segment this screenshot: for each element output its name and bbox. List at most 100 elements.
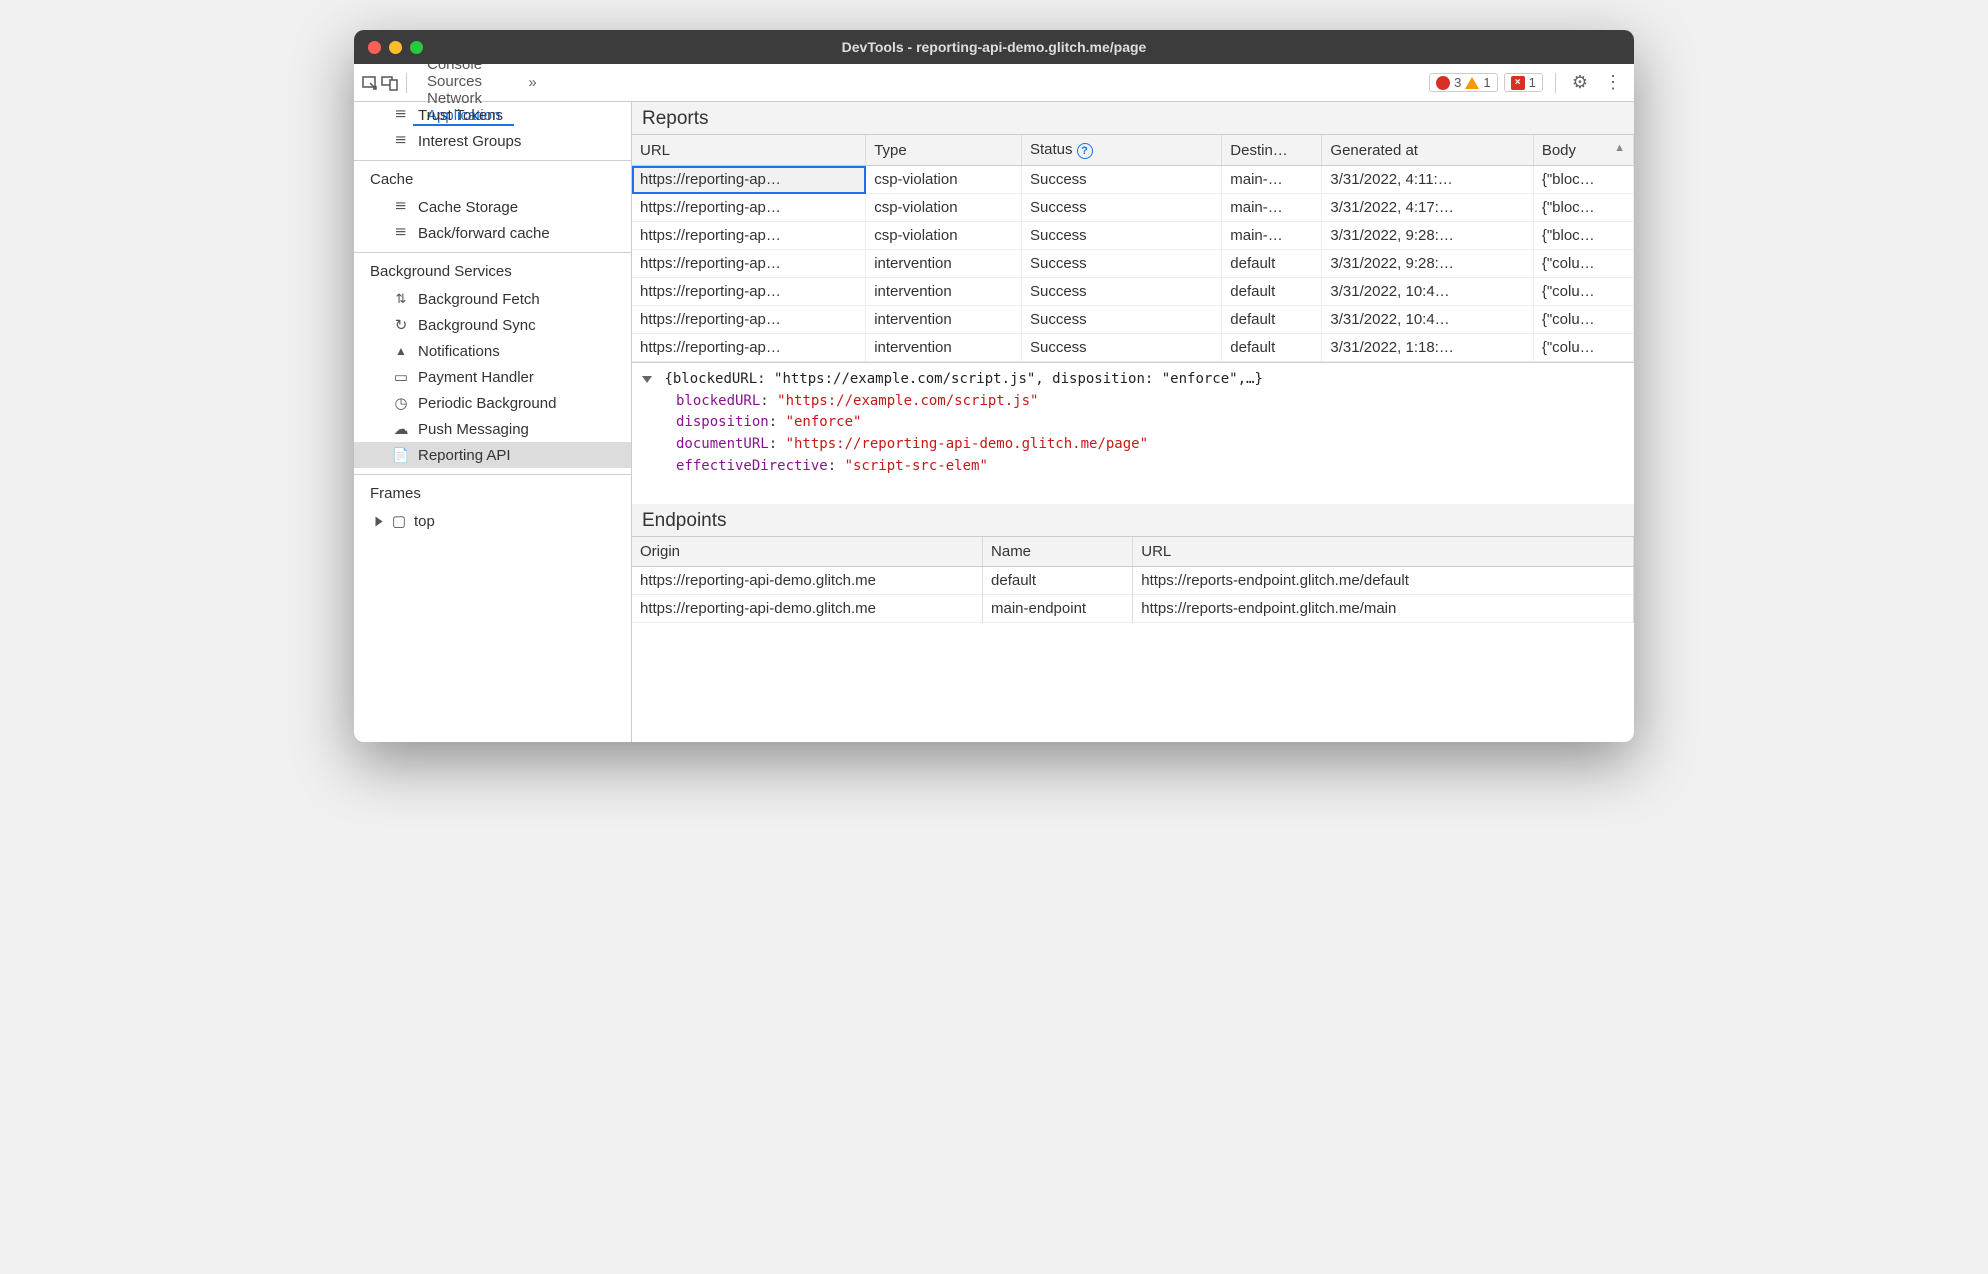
report-cell-dest: main-… [1222, 194, 1322, 222]
help-icon[interactable]: ? [1077, 143, 1093, 159]
sidebar-item-reporting-api[interactable]: Reporting API [354, 442, 631, 468]
report-cell-type: csp-violation [866, 222, 1022, 250]
endpoint-cell-origin: https://reporting-api-demo.glitch.me [632, 567, 983, 595]
error-icon [1436, 76, 1450, 90]
detail-property: documentURL: "https://reporting-api-demo… [642, 434, 1624, 456]
report-row[interactable]: https://reporting-ap…interventionSuccess… [632, 278, 1634, 306]
report-cell-url: https://reporting-ap… [632, 278, 866, 306]
detail-property: blockedURL: "https://example.com/script.… [642, 391, 1624, 413]
endpoint-row[interactable]: https://reporting-api-demo.glitch.memain… [632, 595, 1634, 623]
report-cell-type: intervention [866, 278, 1022, 306]
main-toolbar: ElementsConsoleSourcesNetworkApplication… [354, 64, 1634, 102]
sidebar-item-cache-storage[interactable]: Cache Storage [354, 194, 631, 220]
sidebar-item-trust-tokens[interactable]: Trust Tokens [354, 102, 631, 128]
sidebar-item-background-fetch[interactable]: Background Fetch [354, 286, 631, 312]
endpoints-column-header[interactable]: Name [983, 537, 1133, 567]
report-cell-gen: 3/31/2022, 1:18:… [1322, 334, 1533, 362]
report-cell-url: https://reporting-ap… [632, 166, 866, 194]
report-cell-type: intervention [866, 306, 1022, 334]
updown-icon [392, 290, 410, 308]
report-row[interactable]: https://reporting-ap…csp-violationSucces… [632, 194, 1634, 222]
report-cell-type: intervention [866, 250, 1022, 278]
expand-icon[interactable] [376, 516, 383, 526]
report-cell-gen: 3/31/2022, 10:4… [1322, 306, 1533, 334]
report-cell-body: {"bloc… [1533, 222, 1633, 250]
report-row[interactable]: https://reporting-ap…interventionSuccess… [632, 250, 1634, 278]
reports-column-header[interactable]: Destin… [1222, 135, 1322, 166]
db-icon [392, 224, 410, 242]
report-cell-type: csp-violation [866, 166, 1022, 194]
reports-column-header[interactable]: Generated at [1322, 135, 1533, 166]
reports-column-header[interactable]: Type [866, 135, 1022, 166]
detail-summary: {blockedURL: "https://example.com/script… [664, 371, 1262, 387]
report-cell-gen: 3/31/2022, 9:28:… [1322, 222, 1533, 250]
sidebar-item-label: Cache Storage [418, 199, 518, 216]
reports-table: URLTypeStatus?Destin…Generated atBody▲ h… [632, 135, 1634, 362]
sidebar-item-label: Background Sync [418, 317, 536, 334]
sidebar-item-payment-handler[interactable]: Payment Handler [354, 364, 631, 390]
db-icon [392, 132, 410, 150]
separator [1555, 73, 1556, 93]
detail-summary-row[interactable]: {blockedURL: "https://example.com/script… [642, 369, 1624, 391]
frame-label: top [414, 513, 435, 530]
endpoint-cell-name: main-endpoint [983, 595, 1133, 623]
report-cell-status: Success [1021, 194, 1221, 222]
sidebar-item-notifications[interactable]: Notifications [354, 338, 631, 364]
db-icon [392, 198, 410, 216]
issues-icon: × [1511, 76, 1525, 90]
endpoint-row[interactable]: https://reporting-api-demo.glitch.medefa… [632, 567, 1634, 595]
issues-badge[interactable]: × 1 [1504, 73, 1543, 92]
error-warning-badge[interactable]: 3 1 [1429, 73, 1497, 92]
cloud-icon [392, 420, 410, 438]
sidebar-item-back-forward-cache[interactable]: Back/forward cache [354, 220, 631, 246]
reports-column-header[interactable]: Body▲ [1533, 135, 1633, 166]
application-sidebar: Trust TokensInterest Groups CacheCache S… [354, 102, 632, 742]
endpoints-column-header[interactable]: Origin [632, 537, 983, 567]
report-row[interactable]: https://reporting-ap…csp-violationSucces… [632, 222, 1634, 250]
report-cell-body: {"colu… [1533, 278, 1633, 306]
report-cell-dest: main-… [1222, 166, 1322, 194]
more-menu-icon[interactable]: ⋮ [1598, 72, 1628, 93]
sidebar-item-interest-groups[interactable]: Interest Groups [354, 128, 631, 154]
device-toggle-icon[interactable] [380, 74, 400, 92]
issues-count: 1 [1529, 75, 1536, 90]
window-title: DevTools - reporting-api-demo.glitch.me/… [354, 39, 1634, 55]
report-body-detail: {blockedURL: "https://example.com/script… [632, 362, 1634, 504]
settings-icon[interactable]: ⚙ [1568, 72, 1592, 93]
report-cell-url: https://reporting-ap… [632, 334, 866, 362]
collapse-icon[interactable] [642, 376, 652, 383]
endpoint-cell-url: https://reports-endpoint.glitch.me/main [1133, 595, 1634, 623]
report-cell-status: Success [1021, 222, 1221, 250]
report-row[interactable]: https://reporting-ap…interventionSuccess… [632, 306, 1634, 334]
report-cell-body: {"bloc… [1533, 166, 1633, 194]
error-count: 3 [1454, 75, 1461, 90]
report-row[interactable]: https://reporting-ap…interventionSuccess… [632, 334, 1634, 362]
report-row[interactable]: https://reporting-ap…csp-violationSucces… [632, 166, 1634, 194]
titlebar: DevTools - reporting-api-demo.glitch.me/… [354, 30, 1634, 64]
report-cell-type: intervention [866, 334, 1022, 362]
detail-property: effectiveDirective: "script-src-elem" [642, 456, 1624, 478]
report-cell-url: https://reporting-ap… [632, 222, 866, 250]
endpoints-column-header[interactable]: URL [1133, 537, 1634, 567]
sidebar-item-label: Background Fetch [418, 291, 540, 308]
endpoint-cell-url: https://reports-endpoint.glitch.me/defau… [1133, 567, 1634, 595]
report-cell-gen: 3/31/2022, 4:11:… [1322, 166, 1533, 194]
endpoints-title: Endpoints [632, 504, 1634, 537]
inspect-icon[interactable] [360, 74, 380, 92]
reports-column-header[interactable]: Status? [1021, 135, 1221, 166]
tab-sources[interactable]: Sources [413, 73, 514, 90]
sidebar-item-push-messaging[interactable]: Push Messaging [354, 416, 631, 442]
report-cell-dest: main-… [1222, 222, 1322, 250]
more-tabs-button[interactable]: » [514, 64, 550, 101]
warning-count: 1 [1483, 75, 1490, 90]
sidebar-item-periodic-background[interactable]: Periodic Background [354, 390, 631, 416]
frames-top-item[interactable]: top [354, 508, 631, 534]
sidebar-item-label: Payment Handler [418, 369, 534, 386]
report-cell-body: {"bloc… [1533, 194, 1633, 222]
reports-column-header[interactable]: URL [632, 135, 866, 166]
sidebar-item-background-sync[interactable]: Background Sync [354, 312, 631, 338]
report-cell-status: Success [1021, 166, 1221, 194]
report-cell-body: {"colu… [1533, 250, 1633, 278]
endpoint-cell-origin: https://reporting-api-demo.glitch.me [632, 595, 983, 623]
sync-icon [392, 316, 410, 334]
